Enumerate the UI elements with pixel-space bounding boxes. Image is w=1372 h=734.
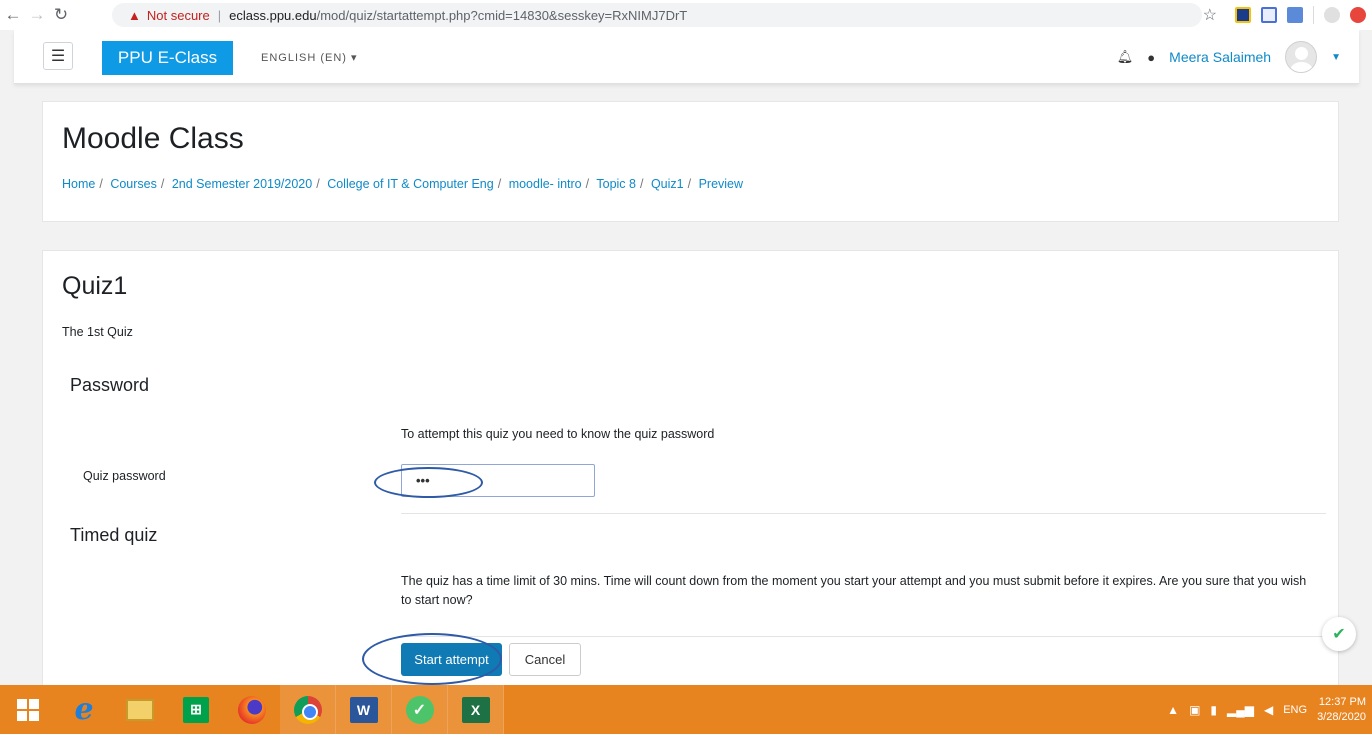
chevron-up-icon[interactable]: ▲ [1167,703,1179,717]
checkmark-app-icon: ✓ [405,695,434,724]
password-section-title: Password [70,375,150,395]
quiz-intro: The 1st Quiz [62,325,133,339]
taskbar-checker[interactable]: ✓ [392,685,448,734]
clock-date: 3/28/2020 [1317,710,1366,723]
volume-icon[interactable]: ◀ [1264,703,1273,717]
notification-bell-icon[interactable]: 🔔︎ [1117,49,1134,65]
clock[interactable]: 12:37 PM 3/28/2020 [1317,695,1366,725]
url-host: eclass.ppu.edu [229,7,317,23]
breadcrumb-divider: / [585,177,590,191]
breadcrumb-semester[interactable]: 2nd Semester 2019/2020 [172,177,312,191]
start-attempt-button[interactable]: Start attempt [401,643,502,676]
breadcrumb-divider: / [639,177,644,191]
firefox-icon [238,695,266,724]
signal-icon[interactable]: ▂▄▆ [1227,703,1254,717]
breadcrumb: Home / Courses/ 2nd Semester 2019/2020/ C… [62,177,743,191]
network-icon[interactable]: ▣ [1189,703,1200,717]
breadcrumb-divider: / [497,177,502,191]
user-nav: 🔔︎ ● Meera Salaimeh ▼ [1117,41,1341,73]
internet-explorer-icon: e [74,692,94,727]
breadcrumb-college[interactable]: College of IT & Computer Eng [327,177,494,191]
chrome-icon [293,695,322,724]
extension-screenshot-icon[interactable] [1261,7,1277,23]
breadcrumb-home[interactable]: Home [62,177,95,191]
extensions-area: ☆ [1203,4,1372,26]
address-divider: | [217,7,222,23]
forward-arrow-icon[interactable]: → [26,4,48,26]
url-path: /mod/quiz/startattempt.php?cmid=14830&se… [316,7,688,23]
start-button[interactable] [0,685,56,734]
breadcrumb-divider: / [99,177,103,191]
user-name[interactable]: Meera Salaimeh [1169,49,1271,65]
breadcrumb-courses[interactable]: Courses [110,177,157,191]
language-indicator[interactable]: ENG [1283,704,1307,716]
windows-taskbar: e ⊞ W ✓ X ▲ ▣ ▮ ▂▄▆ ◀ ENG 12:37 PM 3/28/… [0,685,1372,734]
bookmark-star-icon[interactable]: ☆ [1203,5,1217,25]
extension-record-icon[interactable] [1350,7,1366,23]
extension-image-icon[interactable] [1287,7,1303,23]
section-divider [401,513,1326,514]
quiz-title: Quiz1 [62,272,128,300]
breadcrumb-course[interactable]: moodle- intro [509,177,582,191]
top-navbar: ☰ PPU E-Class ENGLISH (EN) ▾ 🔔︎ ● Meera … [14,30,1359,84]
quiz-card: Quiz1 The 1st Quiz Password To attempt t… [42,250,1339,685]
address-bar[interactable]: ▲ Not secure | eclass.ppu.edu /mod/quiz/… [112,3,1202,27]
taskbar-files[interactable] [112,685,168,734]
quiz-password-input[interactable] [401,464,595,497]
taskbar-word[interactable]: W [336,685,392,734]
timed-quiz-note: The quiz has a time limit of 30 mins. Ti… [401,574,1307,607]
page-title: Moodle Class [62,122,244,155]
warning-icon: ▲ [128,7,141,23]
cancel-button[interactable]: Cancel [509,643,581,676]
store-icon: ⊞ [183,696,209,723]
breadcrumb-quiz[interactable]: Quiz1 [651,177,684,191]
hamburger-icon: ☰ [50,48,66,65]
device-icon[interactable]: ▮ [1210,703,1217,717]
breadcrumb-divider: / [687,177,692,191]
shield-check-icon[interactable]: ✔ [1322,617,1356,651]
file-explorer-icon [126,698,154,721]
breadcrumb-topic[interactable]: Topic 8 [596,177,636,191]
taskbar-store[interactable]: ⊞ [168,685,224,734]
browser-toolbar: ← → ↻ ▲ Not secure | eclass.ppu.edu /mod… [0,0,1372,30]
word-icon: W [349,696,378,723]
system-tray: ▲ ▣ ▮ ▂▄▆ ◀ ENG 12:37 PM 3/28/2020 [1167,685,1372,734]
windows-logo-icon [17,698,39,721]
course-header: Moodle Class Home / Courses/ 2nd Semester… [42,101,1339,222]
section-divider [401,636,1326,637]
breadcrumb-preview[interactable]: Preview [699,177,743,191]
breadcrumb-divider: / [316,177,320,191]
chevron-down-icon[interactable]: ▼ [1331,52,1341,63]
excel-icon: X [461,696,490,723]
avatar[interactable] [1285,41,1318,73]
menu-toggle-button[interactable]: ☰ [43,42,73,70]
taskbar-chrome[interactable] [280,685,336,734]
toolbar-divider [1313,6,1314,24]
breadcrumb-divider: / [160,177,165,191]
timed-section-title: Timed quiz [70,525,158,545]
password-note: To attempt this quiz you need to know th… [401,427,715,441]
password-label: Quiz password [83,469,166,483]
messages-icon[interactable]: ● [1147,50,1155,65]
reload-icon[interactable]: ↻ [50,4,72,26]
security-label[interactable]: Not secure [147,8,210,23]
extension-notes-icon[interactable] [1235,7,1251,23]
taskbar-ie[interactable]: e [56,685,112,734]
taskbar-excel[interactable]: X [448,685,504,734]
profile-icon[interactable] [1324,7,1340,23]
clock-time: 12:37 PM [1318,695,1366,708]
page-content: ☰ PPU E-Class ENGLISH (EN) ▾ 🔔︎ ● Meera … [0,30,1372,685]
taskbar-firefox[interactable] [224,685,280,734]
language-menu[interactable]: ENGLISH (EN) ▾ [261,51,358,64]
brand-logo[interactable]: PPU E-Class [102,41,233,75]
back-arrow-icon[interactable]: ← [2,4,24,26]
